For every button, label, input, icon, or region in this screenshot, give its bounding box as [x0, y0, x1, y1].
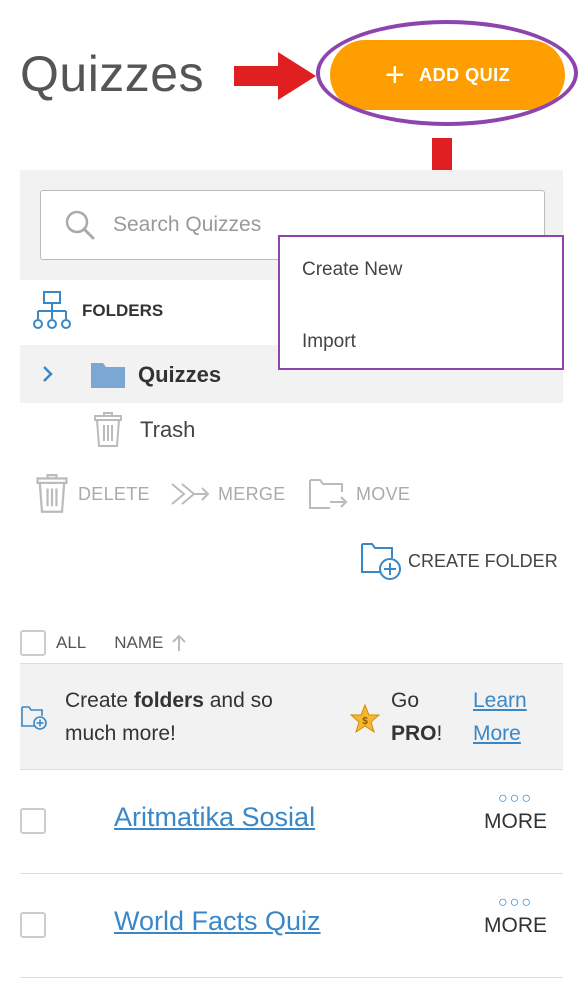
trash-icon [36, 474, 68, 513]
folder-label: Quizzes [138, 362, 222, 387]
menu-item-create-new[interactable]: Create New [302, 259, 402, 281]
delete-button[interactable]: DELETE [34, 474, 150, 514]
quiz-title-link[interactable]: Aritmatika Sosial [114, 802, 315, 833]
go-pro-text: Go PRO! [391, 689, 443, 745]
folder-tree-icon [33, 291, 71, 329]
chevron-right-icon[interactable] [40, 363, 56, 385]
folder-item-trash[interactable]: Trash [92, 412, 195, 448]
page-title: Quizzes [20, 46, 205, 102]
select-all-checkbox[interactable] [20, 630, 46, 656]
create-folder-button[interactable]: CREATE FOLDER [360, 540, 558, 582]
more-dots-icon: ○○○ [498, 894, 533, 911]
pro-star-icon: $ [350, 704, 380, 734]
promo-text: Create folders and so much more! [65, 689, 273, 745]
merge-label: MERGE [218, 483, 286, 504]
quiz-title-link[interactable]: World Facts Quiz [114, 906, 321, 937]
add-quiz-dropdown: Create New Import [278, 235, 564, 370]
search-icon [65, 210, 95, 240]
folders-heading: FOLDERS [32, 290, 163, 332]
create-folder-icon [361, 543, 401, 580]
name-sort-button[interactable]: NAME [114, 633, 163, 653]
delete-label: DELETE [78, 483, 150, 504]
menu-item-import[interactable]: Import [302, 331, 356, 353]
learn-more-link[interactable]: Learn More [473, 684, 527, 750]
trash-icon [94, 412, 122, 447]
table-row: World Facts Quiz ○○○ MORE [20, 874, 563, 978]
create-folder-label: CREATE FOLDER [408, 550, 558, 571]
plus-icon: + [384, 56, 406, 94]
more-dots-icon: ○○○ [498, 790, 533, 807]
move-label: MOVE [356, 483, 411, 504]
merge-button[interactable]: MERGE [170, 480, 286, 508]
merge-icon [171, 483, 210, 505]
trash-label: Trash [140, 417, 196, 442]
more-button[interactable]: ○○○ MORE [484, 790, 547, 834]
folder-icon [91, 363, 125, 388]
all-label: ALL [56, 633, 87, 652]
pro-promo-banner: Create folders and so much more! $ Go PR… [20, 663, 563, 770]
more-button[interactable]: ○○○ MORE [484, 894, 547, 938]
move-folder-icon [309, 479, 348, 509]
list-header: ALL NAME [20, 625, 563, 661]
arrow-up-icon[interactable] [169, 633, 189, 653]
row-checkbox[interactable] [20, 912, 46, 938]
svg-text:$: $ [362, 716, 368, 727]
table-row: Aritmatika Sosial ○○○ MORE [20, 770, 563, 874]
folder-plus-icon [21, 706, 47, 730]
add-quiz-button[interactable]: + ADD QUIZ [330, 40, 565, 110]
annotation-arrow-right-icon [234, 52, 316, 100]
move-button[interactable]: MOVE [308, 476, 410, 512]
add-quiz-label: ADD QUIZ [419, 64, 511, 85]
folders-heading-label: FOLDERS [82, 301, 164, 320]
row-checkbox[interactable] [20, 808, 46, 834]
